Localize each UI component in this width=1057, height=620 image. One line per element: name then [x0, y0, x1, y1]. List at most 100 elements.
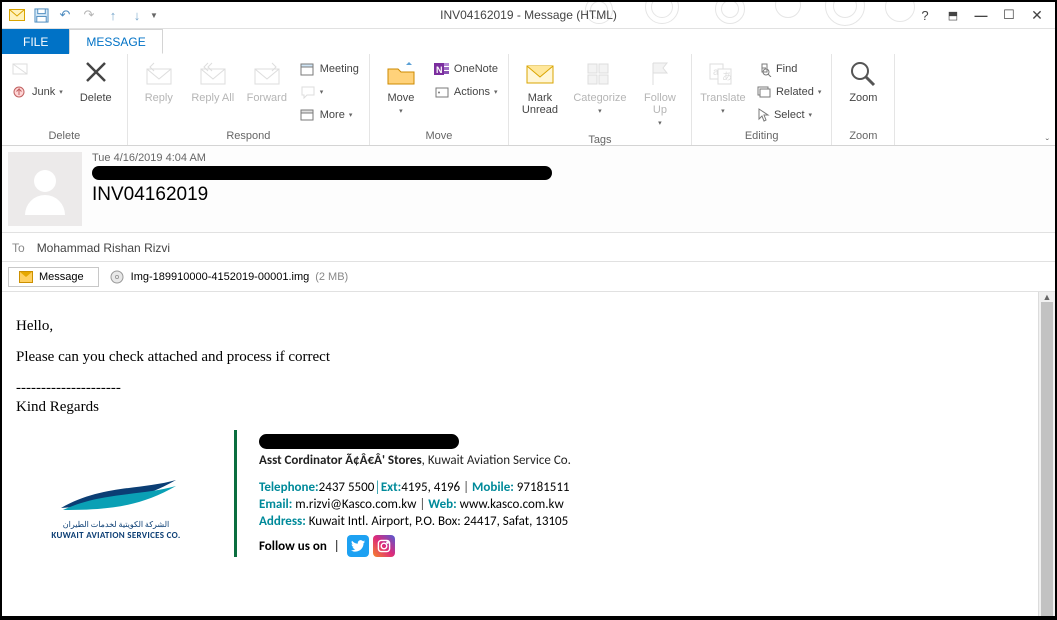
im-button[interactable]: ▾: [296, 81, 363, 103]
sig-role: Asst Cordinator Ã¢Â€Â' Stores: [259, 453, 422, 468]
find-button[interactable]: Find: [752, 58, 825, 80]
instagram-icon[interactable]: [373, 535, 395, 557]
related-button[interactable]: Related▾: [752, 81, 825, 103]
zoom-button[interactable]: Zoom: [838, 56, 888, 106]
scroll-up-icon[interactable]: ▲: [1039, 292, 1055, 302]
collapse-ribbon-icon[interactable]: ˬ: [1046, 130, 1049, 141]
junk-label: Junk: [32, 86, 55, 98]
tel-value: 2437 5500: [319, 480, 375, 495]
reply-button[interactable]: Reply: [134, 56, 184, 106]
ignore-button[interactable]: [8, 58, 67, 80]
reply-icon: [143, 58, 175, 90]
ext-value: 4195, 4196: [401, 480, 460, 495]
move-icon: [385, 58, 417, 90]
group-label-tags: Tags: [515, 132, 685, 149]
categorize-label: Categorize▾: [573, 92, 626, 118]
vertical-scrollbar[interactable]: ▲ ▼: [1038, 292, 1055, 616]
ribbon-group-delete: Junk▾ Delete Delete: [2, 54, 128, 145]
delete-label: Delete: [80, 92, 112, 104]
message-header: Tue 4/16/2019 4:04 AM INV04162019: [2, 146, 1055, 233]
mark-unread-label: Mark Unread: [517, 92, 563, 116]
tab-message[interactable]: MESSAGE: [69, 29, 162, 54]
scroll-thumb[interactable]: [1041, 302, 1053, 616]
follow-up-button[interactable]: Follow Up▾: [635, 56, 685, 132]
more-respond-button[interactable]: More▾: [296, 104, 363, 126]
qat-customize-dropdown[interactable]: ▼: [150, 11, 158, 20]
envelope-icon[interactable]: [8, 6, 26, 24]
svg-text:N: N: [436, 65, 443, 75]
next-icon[interactable]: ↓: [128, 6, 146, 24]
undo-icon[interactable]: ↶: [56, 6, 74, 24]
twitter-icon[interactable]: [347, 535, 369, 557]
ext-label: Ext:: [381, 480, 401, 495]
message-tab[interactable]: Message: [8, 267, 99, 287]
group-label-editing: Editing: [698, 128, 825, 145]
message-from: [92, 166, 1047, 180]
ribbon-group-move: Move▾ N OneNote Actions▾ Move: [370, 54, 509, 145]
message-subject: INV04162019: [92, 184, 1047, 206]
mark-unread-button[interactable]: Mark Unread: [515, 56, 565, 118]
previous-icon[interactable]: ↑: [104, 6, 122, 24]
translate-button[interactable]: aあ Translate▾: [698, 56, 748, 120]
categorize-icon: [584, 58, 616, 90]
decorative-swirls: [575, 2, 975, 32]
signature-logo: الشركة الكويتية لخدمات الطيران KUWAIT AV…: [16, 430, 216, 557]
attachment-item[interactable]: Img-189910000-4152019-00001.img (2 MB): [109, 269, 349, 285]
svg-text:a: a: [713, 67, 719, 78]
follow-up-label: Follow Up▾: [637, 92, 683, 130]
tab-file[interactable]: FILE: [2, 29, 69, 54]
onenote-button[interactable]: N OneNote: [430, 58, 502, 80]
message-to-line: To Mohammad Rishan Rizvi: [2, 237, 1055, 262]
window-controls: ? ⬒ — ☐ ✕: [917, 7, 1055, 24]
email-label: Email:: [259, 497, 292, 512]
forward-button[interactable]: Forward: [242, 56, 292, 106]
categorize-button[interactable]: Categorize▾: [569, 56, 631, 120]
mobile-value: 97181511: [514, 480, 570, 495]
close-icon[interactable]: ✕: [1029, 7, 1045, 24]
actions-label: Actions: [454, 86, 490, 98]
help-icon[interactable]: ?: [917, 7, 933, 24]
envelope-icon: [19, 271, 33, 283]
select-label: Select: [774, 109, 805, 121]
mark-unread-icon: [524, 58, 556, 90]
group-label-zoom: Zoom: [838, 128, 888, 145]
related-label: Related: [776, 86, 814, 98]
sender-avatar: [8, 152, 82, 226]
ribbon-group-editing: aあ Translate▾ Find Related▾ Sel: [692, 54, 832, 145]
forward-label: Forward: [247, 92, 287, 104]
redo-icon[interactable]: ↷: [80, 6, 98, 24]
attachment-size: (2 MB): [315, 271, 348, 283]
titlebar: ↶ ↷ ↑ ↓ ▼ INV04162019 - Message (HTML) ?…: [2, 2, 1055, 29]
reply-all-button[interactable]: Reply All: [188, 56, 238, 106]
signature-details: Asst Cordinator Ã¢Â€Â' Stores, Kuwait Av…: [255, 430, 571, 557]
save-icon[interactable]: [32, 6, 50, 24]
meeting-button[interactable]: Meeting: [296, 58, 363, 80]
body-regards: Kind Regards: [16, 399, 1024, 416]
logo-arabic: الشركة الكويتية لخدمات الطيران: [51, 520, 180, 530]
group-label-move: Move: [376, 128, 502, 145]
signature-block: الشركة الكويتية لخدمات الطيران KUWAIT AV…: [16, 430, 1024, 557]
svg-text:あ: あ: [722, 71, 732, 83]
ribbon-tabs: FILE MESSAGE: [2, 29, 1055, 54]
attachment-filename: Img-189910000-4152019-00001.img: [131, 271, 310, 283]
disc-icon: [109, 269, 125, 285]
maximize-icon[interactable]: ☐: [1001, 7, 1017, 24]
reply-label: Reply: [145, 92, 173, 104]
group-label-respond: Respond: [134, 128, 363, 145]
to-label: To: [12, 241, 25, 255]
select-button[interactable]: Select▾: [752, 104, 825, 126]
redacted-sender-name: [92, 166, 552, 180]
actions-button[interactable]: Actions▾: [430, 81, 502, 103]
translate-label: Translate▾: [700, 92, 745, 118]
outlook-message-window: ↶ ↷ ↑ ↓ ▼ INV04162019 - Message (HTML) ?…: [2, 2, 1055, 616]
minimize-icon[interactable]: —: [973, 7, 989, 24]
junk-button[interactable]: Junk▾: [8, 81, 67, 103]
address-value: Kuwait Intl. Airport, P.O. Box: 24417, S…: [306, 514, 568, 529]
window-title: INV04162019 - Message (HTML): [440, 8, 617, 22]
move-button[interactable]: Move▾: [376, 56, 426, 120]
ribbon-group-tags: Mark Unread Categorize▾ Follow Up▾ Tags: [509, 54, 692, 145]
ribbon-display-icon[interactable]: ⬒: [945, 7, 961, 24]
message-body-area: Hello, Please can you check attached and…: [2, 292, 1055, 616]
web-value: www.kasco.com.kw: [457, 497, 564, 512]
delete-button[interactable]: Delete: [71, 56, 121, 106]
